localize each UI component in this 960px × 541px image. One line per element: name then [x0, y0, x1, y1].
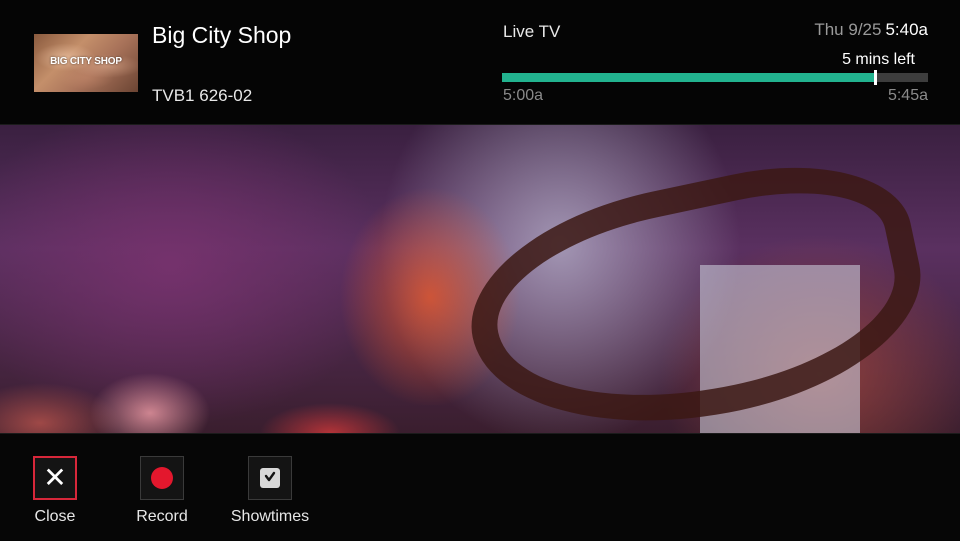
channel-number: TVB1 626-02: [152, 86, 253, 105]
progress-fill: [502, 73, 875, 82]
time-remaining: 5 mins left: [842, 51, 915, 68]
action-bar: ✕ Close Record Showtimes: [0, 433, 960, 541]
program-end-time: 5:45a: [887, 87, 928, 104]
program-progress-bar: [502, 70, 928, 85]
close-button[interactable]: ✕ Close: [10, 456, 100, 526]
record-button-box[interactable]: [140, 456, 184, 500]
showtimes-button-box[interactable]: [248, 456, 292, 500]
thumbnail-title-text: BIG CITY SHOP: [50, 56, 122, 67]
program-thumbnail: BIG CITY SHOP: [34, 34, 138, 92]
live-video-frame: [0, 125, 960, 433]
current-date: Thu 9/25: [814, 20, 882, 39]
program-title: Big City Shop: [152, 22, 292, 48]
live-tv-label: Live TV: [503, 22, 561, 41]
record-label: Record: [136, 508, 188, 525]
close-label: Close: [34, 508, 76, 525]
video-crowd: [0, 353, 420, 433]
playhead-marker: [873, 70, 877, 85]
close-button-box[interactable]: ✕: [33, 456, 77, 500]
showtimes-label: Showtimes: [230, 508, 310, 525]
record-icon: [151, 467, 173, 489]
current-time: 5:40a: [885, 20, 928, 39]
program-start-time: 5:00a: [503, 87, 544, 104]
close-icon: ✕: [43, 462, 67, 493]
showtimes-icon: [260, 468, 280, 488]
showtimes-button[interactable]: Showtimes: [225, 456, 315, 526]
record-button[interactable]: Record: [117, 456, 207, 526]
program-info-bar: BIG CITY SHOP Big City Shop TVB1 626-02 …: [0, 0, 960, 125]
current-datetime: Thu 9/25 5:40a: [814, 20, 928, 40]
